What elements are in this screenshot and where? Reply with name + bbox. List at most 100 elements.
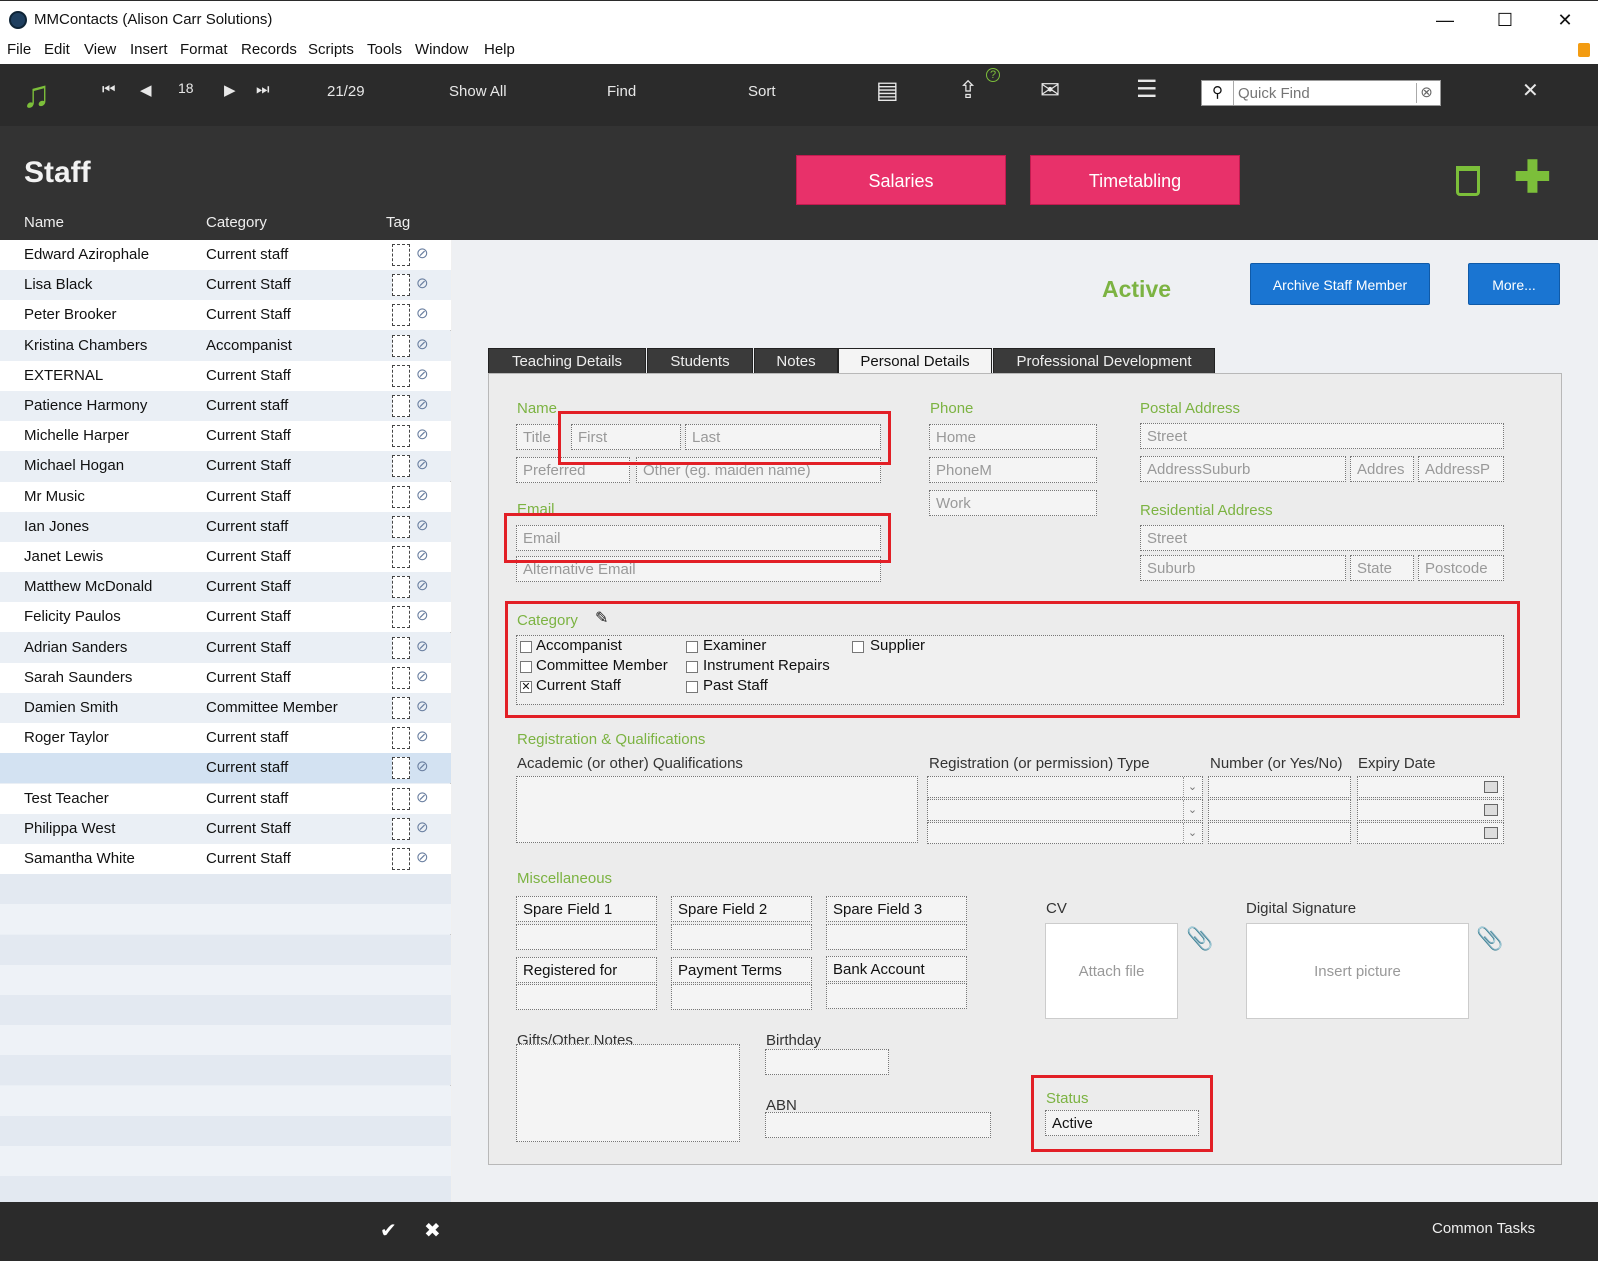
list-view-icon[interactable]: ☰ <box>1136 75 1158 104</box>
mobile-phone-field[interactable]: PhoneM <box>929 457 1097 483</box>
menu-insert[interactable]: Insert <box>130 41 168 58</box>
residential-suburb-field[interactable]: Suburb <box>1140 555 1346 581</box>
common-tasks-button[interactable]: Common Tasks <box>1432 1220 1535 1237</box>
archive-staff-member-button[interactable]: Archive Staff Member <box>1250 263 1430 305</box>
tag-checkbox[interactable] <box>392 304 410 327</box>
registered-for-input[interactable] <box>516 984 657 1010</box>
hidden-eye-icon[interactable]: ⊘ <box>416 848 429 866</box>
tab-professional-development[interactable]: Professional Development <box>993 348 1215 374</box>
search-icon[interactable]: ⚲ <box>1202 81 1234 105</box>
staff-list-row[interactable]: Felicity Paulos Current Staff ⊘ <box>0 602 451 633</box>
staff-list-row[interactable]: Test Teacher Current staff ⊘ <box>0 783 451 814</box>
tag-checkbox[interactable] <box>392 787 410 810</box>
gifts-notes-field[interactable] <box>516 1044 740 1142</box>
payment-terms-input[interactable] <box>671 984 812 1010</box>
tag-checkbox[interactable] <box>392 334 410 357</box>
registration-type-dropdown-2[interactable] <box>927 799 1203 821</box>
hidden-eye-icon[interactable]: ⊘ <box>416 425 429 443</box>
hidden-eye-icon[interactable]: ⊘ <box>416 606 429 624</box>
staff-list-row[interactable]: Roger Taylor Current staff ⊘ <box>0 723 451 754</box>
number-field-1[interactable] <box>1208 776 1351 798</box>
tag-checkbox[interactable] <box>392 455 410 478</box>
staff-list-row[interactable]: Kristina Chambers Accompanist ⊘ <box>0 330 451 361</box>
delete-record-icon[interactable] <box>1456 166 1480 196</box>
staff-list-row[interactable]: Peter Brooker Current Staff ⊘ <box>0 300 451 331</box>
hidden-eye-icon[interactable]: ⊘ <box>416 727 429 745</box>
postal-suburb-field[interactable]: AddressSuburb <box>1140 456 1346 482</box>
tag-checkbox[interactable] <box>392 817 410 840</box>
staff-list-row[interactable]: Patience Harmony Current staff ⊘ <box>0 391 451 421</box>
tag-checkbox[interactable] <box>392 485 410 508</box>
show-all-button[interactable]: Show All <box>449 83 507 100</box>
menu-help[interactable]: Help <box>484 41 515 58</box>
residential-street-field[interactable]: Street <box>1140 525 1504 551</box>
menu-format[interactable]: Format <box>180 41 228 58</box>
menu-edit[interactable]: Edit <box>44 41 70 58</box>
staff-list-row[interactable]: Michelle Harper Current Staff ⊘ <box>0 421 451 452</box>
column-header-category[interactable]: Category <box>206 214 267 231</box>
staff-list-row[interactable]: Mr Music Current Staff ⊘ <box>0 481 451 512</box>
calendar-icon[interactable] <box>1484 804 1498 816</box>
column-header-name[interactable]: Name <box>24 214 64 231</box>
hidden-eye-icon[interactable]: ⊘ <box>416 365 429 383</box>
hidden-eye-icon[interactable]: ⊘ <box>416 486 429 504</box>
tab-personal-details[interactable]: Personal Details <box>838 348 992 375</box>
spare-field-3-input[interactable] <box>826 924 967 950</box>
menu-window[interactable]: Window <box>415 41 468 58</box>
tag-checkbox[interactable] <box>392 727 410 750</box>
close-window-button[interactable]: ✕ <box>1550 7 1580 33</box>
expiry-date-field-1[interactable] <box>1357 776 1504 798</box>
hidden-eye-icon[interactable]: ⊘ <box>416 697 429 715</box>
work-phone-field[interactable]: Work <box>929 490 1097 516</box>
tag-checkbox[interactable] <box>392 848 410 870</box>
paperclip-icon[interactable]: 📎 <box>1476 926 1503 952</box>
birthday-field[interactable] <box>765 1049 889 1075</box>
tag-checkbox[interactable] <box>392 515 410 538</box>
hidden-eye-icon[interactable]: ⊘ <box>416 637 429 655</box>
staff-list-row[interactable]: Sarah Saunders Current Staff ⊘ <box>0 662 451 693</box>
hidden-eye-icon[interactable]: ⊘ <box>416 304 429 322</box>
staff-list-row[interactable]: Edward Azirophale Current staff ⊘ <box>0 240 451 270</box>
tag-checkbox[interactable] <box>392 606 410 629</box>
postal-state-field[interactable]: Addres <box>1350 456 1414 482</box>
salaries-button[interactable]: Salaries <box>796 155 1006 205</box>
staff-list-row[interactable]: Damien Smith Committee Member ⊘ <box>0 693 451 723</box>
staff-list-row[interactable]: Michael Hogan Current Staff ⊘ <box>0 451 451 482</box>
new-record-icon[interactable]: ✚ <box>1514 156 1551 200</box>
cv-attach-file[interactable]: Attach file <box>1045 923 1178 1019</box>
commit-check-icon[interactable]: ✔ <box>380 1218 397 1243</box>
residential-state-field[interactable]: State <box>1350 555 1414 581</box>
hidden-eye-icon[interactable]: ⊘ <box>416 576 429 594</box>
tag-checkbox[interactable] <box>392 425 410 448</box>
chevron-down-icon[interactable]: ⌄ <box>1183 823 1201 843</box>
menu-records[interactable]: Records <box>241 41 297 58</box>
staff-list-row[interactable]: Current staff ⊘ <box>0 753 451 784</box>
previous-record-icon[interactable]: ◀ <box>140 81 152 99</box>
hidden-eye-icon[interactable]: ⊘ <box>416 546 429 564</box>
revert-x-icon[interactable]: ✖ <box>424 1218 441 1243</box>
staff-list-row[interactable]: Samantha White Current Staff ⊘ <box>0 844 451 874</box>
tag-checkbox[interactable] <box>392 757 410 780</box>
tag-checkbox[interactable] <box>392 666 410 689</box>
staff-list-row[interactable]: EXTERNAL Current Staff ⊘ <box>0 360 451 391</box>
close-toolbar-icon[interactable]: ✕ <box>1522 78 1539 103</box>
tag-checkbox[interactable] <box>392 395 410 417</box>
menu-view[interactable]: View <box>84 41 116 58</box>
hidden-eye-icon[interactable]: ⊘ <box>416 455 429 473</box>
registration-type-dropdown-1[interactable] <box>927 776 1203 798</box>
tag-checkbox[interactable] <box>392 636 410 659</box>
tag-checkbox[interactable] <box>392 244 410 266</box>
expiry-date-field-2[interactable] <box>1357 799 1504 821</box>
find-button[interactable]: Find <box>607 83 636 100</box>
menu-tools[interactable]: Tools <box>367 41 402 58</box>
paperclip-icon[interactable]: 📎 <box>1186 926 1213 952</box>
number-field-2[interactable] <box>1208 799 1351 821</box>
expiry-date-field-3[interactable] <box>1357 822 1504 844</box>
more-button[interactable]: More... <box>1468 263 1560 305</box>
hidden-eye-icon[interactable]: ⊘ <box>416 516 429 534</box>
hidden-eye-icon[interactable]: ⊘ <box>416 395 429 413</box>
menu-scripts[interactable]: Scripts <box>308 41 354 58</box>
staff-list-row[interactable]: Adrian Sanders Current Staff ⊘ <box>0 632 451 663</box>
timetabling-button[interactable]: Timetabling <box>1030 155 1240 205</box>
hidden-eye-icon[interactable]: ⊘ <box>416 335 429 353</box>
